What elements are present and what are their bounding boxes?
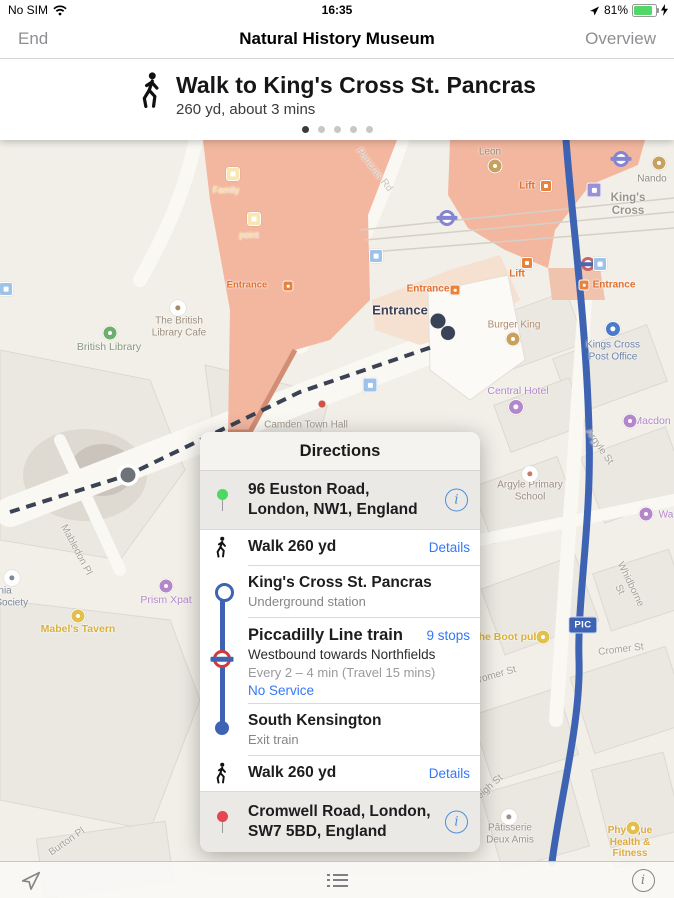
walk-icon <box>216 536 226 558</box>
board-station-name: King's Cross St. Pancras <box>248 573 432 591</box>
origin-address-line2: London, NW1, England <box>248 501 418 518</box>
origin-address-line1: 96 Euston Road, <box>248 481 370 498</box>
train-line-name: Piccadilly Line train <box>248 626 403 644</box>
destination-address-line2: SW7 5BD, England <box>248 823 387 840</box>
walk-details-link[interactable]: Details <box>429 540 470 555</box>
train-frequency: Every 2 – 4 min (Travel 15 mins) <box>248 665 436 680</box>
destination-title: Natural History Museum <box>239 29 435 48</box>
charging-bolt-icon <box>661 4 668 16</box>
step-subtitle: 260 yd, about 3 mins <box>176 101 316 118</box>
train-stops-link[interactable]: 9 stops <box>426 628 470 643</box>
walk-icon <box>216 762 226 784</box>
origin-info-button[interactable]: i <box>445 488 468 512</box>
directions-panel-title: Directions <box>200 432 480 471</box>
navigation-bar: End Natural History Museum Overview <box>0 20 674 59</box>
battery-percent-label: 81% <box>603 3 628 17</box>
destination-row[interactable]: Cromwell Road, London, SW7 5BD, England … <box>200 791 480 852</box>
location-services-icon <box>589 6 599 15</box>
list-icon <box>326 873 348 887</box>
origin-row[interactable]: 96 Euston Road, London, NW1, England i <box>200 471 480 529</box>
walk-icon <box>142 72 159 108</box>
info-icon: i <box>631 868 655 892</box>
bottom-toolbar: i <box>0 861 674 898</box>
destination-info-button[interactable]: i <box>445 810 468 834</box>
alight-station-name: South Kensington <box>248 711 382 729</box>
walk-step-label: Walk 260 yd <box>248 764 337 781</box>
alight-instruction: Exit train <box>248 731 299 747</box>
underground-roundel-icon <box>210 650 234 668</box>
directions-panel: Directions 96 Euston Road, London, NW1, … <box>200 432 480 852</box>
destination-pin-icon <box>217 811 228 833</box>
alight-station-row[interactable]: South Kensington Exit train <box>200 703 480 755</box>
page-dots[interactable] <box>0 126 674 133</box>
page-dot[interactable] <box>317 126 325 133</box>
page-dot[interactable] <box>349 126 357 133</box>
overview-button[interactable]: Overview <box>585 20 656 58</box>
board-station-type: Underground station <box>248 593 366 609</box>
train-direction: Westbound towards Northfields <box>248 647 436 662</box>
current-location-marker <box>117 464 139 486</box>
walk-details-link[interactable]: Details <box>429 766 470 781</box>
page-dot[interactable] <box>301 126 309 133</box>
walk-step-row[interactable]: Walk 260 yd Details <box>200 529 480 565</box>
status-bar: No SIM 16:35 81% <box>0 0 674 20</box>
train-step-row[interactable]: Piccadilly Line train 9 stops Westbound … <box>200 617 480 703</box>
train-service-status[interactable]: No Service <box>248 683 470 698</box>
alight-station-marker <box>215 721 229 735</box>
board-station-marker <box>215 583 234 602</box>
page-dot[interactable] <box>365 126 373 133</box>
destination-address-line1: Cromwell Road, London, <box>248 803 431 820</box>
walk-step-label: Walk 260 yd <box>248 538 337 555</box>
battery-icon <box>632 3 659 17</box>
origin-pin-icon <box>217 489 228 511</box>
step-title: Walk to King's Cross St. Pancras <box>176 72 536 98</box>
info-button[interactable]: i <box>628 862 658 898</box>
walk-step-row[interactable]: Walk 260 yd Details <box>200 755 480 791</box>
route-steps-button[interactable] <box>0 862 674 898</box>
page-dot[interactable] <box>333 126 341 133</box>
board-station-row[interactable]: King's Cross St. Pancras Underground sta… <box>200 565 480 617</box>
clock: 16:35 <box>321 3 353 17</box>
step-banner[interactable]: Walk to King's Cross St. Pancras 260 yd,… <box>0 59 674 140</box>
